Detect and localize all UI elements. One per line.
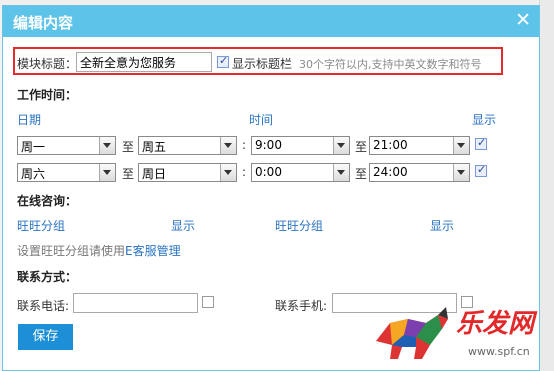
mobile-label: 联系手机: (275, 299, 328, 313)
show-phone-checkbox[interactable] (202, 296, 214, 308)
watermark: 乐发网 www.spf.cn (368, 301, 548, 367)
day-to-value: 周日 (142, 167, 167, 181)
online-note-text: 设置旺旺分组请使用 (17, 244, 126, 258)
online-section-label: 在线咨询： (17, 194, 78, 208)
time-to-value: 24:00 (373, 165, 408, 179)
day-from-value: 周六 (21, 167, 46, 181)
time-from-value: 9:00 (255, 138, 282, 152)
day-from-select[interactable]: 周一 (17, 136, 116, 155)
online-col-show-2: 显示 (430, 219, 455, 233)
time-to-value: 21:00 (373, 138, 408, 152)
watermark-url: www.spf.cn (468, 345, 530, 358)
chevron-down-icon[interactable] (99, 164, 115, 181)
contact-section-label: 联系方式： (17, 270, 78, 284)
show-title-bar-checkbox[interactable] (217, 54, 229, 68)
module-title-hint: 30个字符以内,支持中英文数字和符号 (299, 58, 482, 71)
work-time-section-label: 工作时间： (17, 88, 78, 102)
day-to-select[interactable]: 周五 (138, 136, 237, 155)
time-from-value: 0:00 (255, 165, 282, 179)
dialog-titlebar: 编辑内容 ✕ (3, 6, 539, 37)
online-col-group-1: 旺旺分组 (17, 219, 66, 233)
to-label: 至 (355, 140, 368, 154)
phone-input[interactable] (73, 293, 198, 313)
chevron-down-icon[interactable] (453, 164, 469, 181)
to-label: 至 (355, 167, 368, 181)
chevron-down-icon[interactable] (99, 137, 115, 154)
time-from-select[interactable]: 0:00 (251, 163, 350, 182)
work-time-col-time: 时间 (249, 113, 274, 127)
day-to-select[interactable]: 周日 (138, 163, 237, 182)
bull-logo-icon (376, 307, 448, 359)
chevron-down-icon[interactable] (333, 164, 349, 181)
close-icon[interactable]: ✕ (515, 10, 531, 30)
e-service-link[interactable]: E客服管理 (125, 244, 181, 258)
online-col-show-1: 显示 (171, 219, 196, 233)
online-col-group-2: 旺旺分组 (275, 219, 324, 233)
work-time-col-date: 日期 (17, 113, 42, 127)
chevron-down-icon[interactable] (333, 137, 349, 154)
dialog-title: 编辑内容 (13, 14, 74, 32)
show-time-row-checkbox[interactable] (475, 136, 487, 150)
module-title-label: 模块标题： (17, 57, 78, 71)
to-label: 至 (122, 140, 135, 154)
chevron-down-icon[interactable] (453, 137, 469, 154)
day-from-value: 周一 (21, 140, 46, 154)
show-time-row-checkbox[interactable] (475, 163, 487, 177)
time-colon: : (242, 138, 247, 152)
time-colon: : (242, 165, 247, 179)
time-from-select[interactable]: 9:00 (251, 136, 350, 155)
show-title-bar-label: 显示标题栏 (232, 57, 293, 71)
phone-label: 联系电话: (17, 299, 70, 313)
chevron-down-icon[interactable] (220, 137, 236, 154)
watermark-brand: 乐发网 (456, 309, 535, 339)
to-label: 至 (122, 167, 135, 181)
time-to-select[interactable]: 24:00 (369, 163, 470, 182)
chevron-down-icon[interactable] (220, 164, 236, 181)
online-note: 设置旺旺分组请使用E客服管理 (17, 242, 181, 259)
work-time-col-show: 显示 (472, 113, 497, 127)
day-to-value: 周五 (142, 140, 167, 154)
time-to-select[interactable]: 21:00 (369, 136, 470, 155)
module-title-input[interactable] (76, 52, 212, 72)
save-button[interactable]: 保存 (18, 324, 73, 350)
day-from-select[interactable]: 周六 (17, 163, 116, 182)
